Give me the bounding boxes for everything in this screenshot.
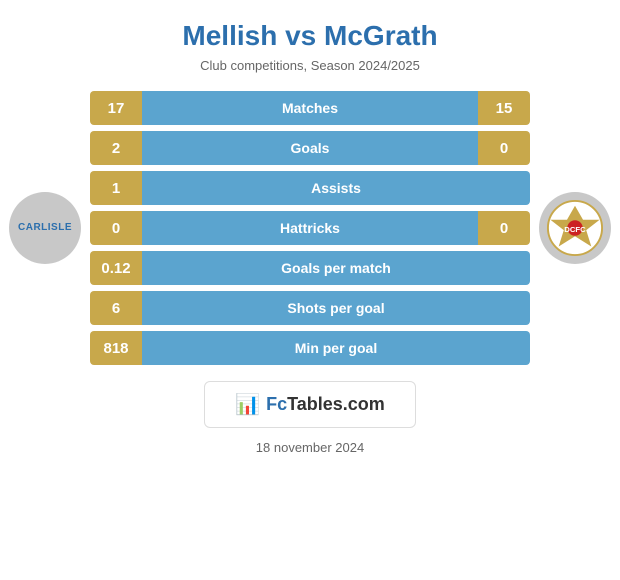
doncaster-badge-icon: DCFC	[546, 199, 604, 257]
stat-label-shots-per-goal: Shots per goal	[142, 291, 530, 325]
stat-left-goals: 2	[90, 131, 142, 165]
stat-row-hattricks: 0Hattricks0	[90, 211, 530, 245]
stat-row-goals-per-match: 0.12Goals per match	[90, 251, 530, 285]
doncaster-logo: DCFC	[539, 192, 611, 264]
stat-left-shots-per-goal: 6	[90, 291, 142, 325]
subtitle: Club competitions, Season 2024/2025	[200, 58, 420, 73]
stat-row-matches: 17Matches15	[90, 91, 530, 125]
stat-right-matches: 15	[478, 91, 530, 125]
left-team-logo: CARLISLE	[0, 192, 90, 264]
footer-date: 18 november 2024	[256, 440, 364, 455]
stat-left-matches: 17	[90, 91, 142, 125]
fctables-label: FcTables.com	[266, 394, 385, 415]
stat-row-goals: 2Goals0	[90, 131, 530, 165]
stat-label-goals: Goals	[142, 131, 478, 165]
svg-text:DCFC: DCFC	[564, 225, 586, 234]
comparison-area: CARLISLE 17Matches152Goals01Assists0Hatt…	[0, 91, 620, 365]
stat-left-min-per-goal: 818	[90, 331, 142, 365]
right-team-logo: DCFC	[530, 192, 620, 264]
stat-right-goals: 0	[478, 131, 530, 165]
fctables-icon: 📊	[235, 392, 260, 417]
stat-label-assists: Assists	[142, 171, 530, 205]
page-title: Mellish vs McGrath	[182, 20, 437, 52]
stat-label-hattricks: Hattricks	[142, 211, 478, 245]
stats-column: 17Matches152Goals01Assists0Hattricks00.1…	[90, 91, 530, 365]
stat-label-min-per-goal: Min per goal	[142, 331, 530, 365]
fctables-box: 📊 FcTables.com	[204, 381, 416, 428]
fctables-logo: 📊 FcTables.com	[235, 392, 385, 417]
stat-left-assists: 1	[90, 171, 142, 205]
stat-row-assists: 1Assists	[90, 171, 530, 205]
stat-label-goals-per-match: Goals per match	[142, 251, 530, 285]
carlisle-logo: CARLISLE	[9, 192, 81, 264]
stat-row-shots-per-goal: 6Shots per goal	[90, 291, 530, 325]
stat-label-matches: Matches	[142, 91, 478, 125]
stat-row-min-per-goal: 818Min per goal	[90, 331, 530, 365]
stat-right-hattricks: 0	[478, 211, 530, 245]
stat-left-goals-per-match: 0.12	[90, 251, 142, 285]
stat-left-hattricks: 0	[90, 211, 142, 245]
carlisle-text: CARLISLE	[18, 222, 72, 234]
